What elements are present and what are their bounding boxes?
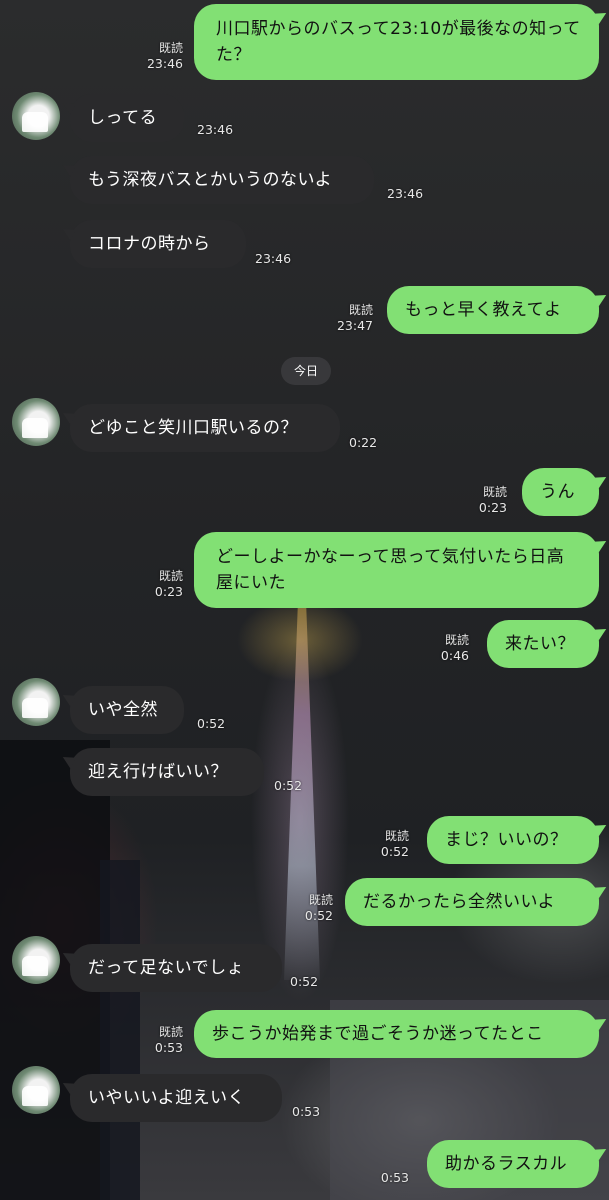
message-meta: 既読 0:23 (155, 568, 183, 600)
outgoing-message-bubble[interactable]: うん (522, 468, 599, 516)
message-time: 0:52 (304, 908, 333, 923)
message-meta: 既読 0:23 (479, 484, 507, 516)
message-time: 23:46 (387, 186, 424, 201)
read-receipt: 既読 (348, 303, 373, 317)
incoming-message-bubble[interactable]: どゆこと笑川口駅いるの？ (70, 404, 340, 452)
contact-avatar[interactable] (12, 1066, 60, 1114)
incoming-message-bubble[interactable]: コロナの時から (70, 220, 246, 268)
contact-avatar[interactable] (12, 678, 60, 726)
read-receipt: 既読 (308, 893, 333, 907)
message-time: 0:22 (349, 435, 378, 450)
message-time: 0:52 (290, 974, 319, 989)
incoming-message-bubble[interactable]: いやいいよ迎えいく (70, 1074, 282, 1122)
message-meta: 既読 0:53 (155, 1024, 183, 1056)
message-time: 23:47 (336, 318, 373, 333)
message-time: 0:46 (440, 648, 469, 663)
outgoing-message-bubble[interactable]: 来たい？ (487, 620, 599, 668)
incoming-message-bubble[interactable]: 迎え行けばいい？ (70, 748, 264, 796)
message-meta: 既読 23:46 (147, 40, 183, 72)
contact-avatar[interactable] (12, 398, 60, 446)
message-meta: 既読 23:47 (337, 302, 373, 334)
read-receipt: 既読 (158, 569, 183, 583)
outgoing-message-bubble[interactable]: だるかったら全然いいよ (345, 878, 599, 926)
outgoing-message-bubble[interactable]: 助かるラスカル (427, 1140, 599, 1188)
outgoing-message-bubble[interactable]: まじ？いいの？ (427, 816, 599, 864)
incoming-message-bubble[interactable]: もう深夜バスとかいうのないよ (70, 156, 374, 204)
message-time: 0:53 (292, 1104, 321, 1119)
contact-avatar[interactable] (12, 92, 60, 140)
message-meta: 0:53 (381, 1170, 409, 1186)
message-time: 23:46 (146, 56, 183, 71)
incoming-message-bubble[interactable]: しってる (70, 94, 184, 142)
message-time: 0:23 (154, 584, 183, 599)
read-receipt: 既読 (482, 485, 507, 499)
read-receipt: 既読 (158, 1025, 183, 1039)
incoming-message-bubble[interactable]: だって足ないでしょ (70, 944, 282, 992)
message-time: 0:23 (478, 500, 507, 515)
message-meta: 既読 0:52 (305, 892, 333, 924)
message-time: 0:52 (197, 716, 226, 731)
outgoing-message-bubble[interactable]: もっと早く教えてよ (387, 286, 599, 334)
date-separator: 今日 (281, 357, 331, 385)
contact-avatar[interactable] (12, 936, 60, 984)
outgoing-message-bubble[interactable]: 川口駅からのバスって23:10が最後なの知ってた？ (194, 4, 599, 80)
read-receipt: 既読 (384, 829, 409, 843)
message-meta: 既読 0:46 (441, 632, 469, 664)
message-time: 0:52 (274, 778, 303, 793)
read-receipt: 既読 (158, 41, 183, 55)
message-time: 0:53 (380, 1170, 409, 1185)
outgoing-message-bubble[interactable]: 歩こうか始発まで過ごそうか迷ってたとこ (194, 1010, 599, 1058)
incoming-message-bubble[interactable]: いや全然 (70, 686, 184, 734)
outgoing-message-bubble[interactable]: どーしよーかなーって思って気付いたら日高屋にいた (194, 532, 599, 608)
message-time: 23:46 (255, 251, 292, 266)
message-time: 0:52 (380, 844, 409, 859)
chat-thread: 既読 23:46 川口駅からのバスって23:10が最後なの知ってた？ しってる … (0, 0, 609, 1200)
read-receipt: 既読 (444, 633, 469, 647)
message-time: 23:46 (197, 122, 234, 137)
message-time: 0:53 (154, 1040, 183, 1055)
message-meta: 既読 0:52 (381, 828, 409, 860)
